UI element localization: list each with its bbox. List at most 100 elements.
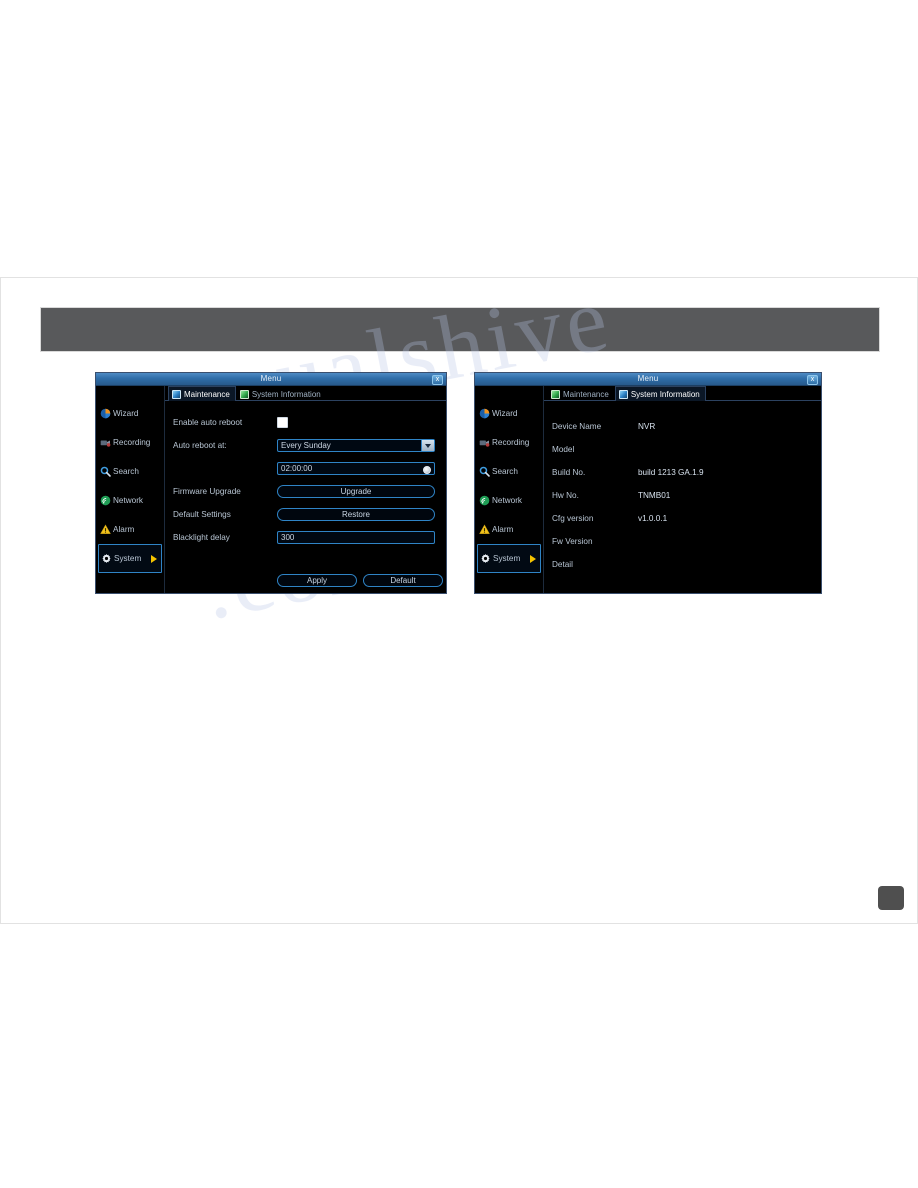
sidebar-item-alarm[interactable]: Alarm [475, 515, 543, 544]
tab-system-information[interactable]: System Information [236, 386, 327, 401]
page-frame-bottom-rule [0, 923, 918, 924]
sidebar-item-label: Recording [492, 438, 530, 447]
picture-icon [172, 389, 181, 399]
header-band [40, 307, 880, 352]
system-information-window: Menu x Wizard Recording Search Network A… [474, 372, 822, 594]
page-frame-top-rule [0, 277, 918, 278]
sidebar-item-label: System [114, 554, 142, 563]
sidebar-item-recording[interactable]: Recording [96, 428, 164, 457]
auto-reboot-day-value: Every Sunday [281, 441, 331, 450]
sidebar-item-recording[interactable]: Recording [475, 428, 543, 457]
info-row: Model [552, 438, 821, 461]
sidebar-item-system[interactable]: System [477, 544, 541, 573]
page-number-badge [878, 886, 904, 910]
row-auto-reboot-time: 02:00:00 [173, 457, 446, 480]
sidebar-item-label: Search [113, 467, 139, 476]
info-label: Model [552, 445, 575, 454]
info-label: Fw Version [552, 537, 593, 546]
tab-bar: Maintenance System Information [165, 386, 446, 401]
network-icon [479, 495, 490, 506]
chevron-right-icon [151, 554, 157, 563]
default-settings-label: Default Settings [173, 510, 231, 519]
page-frame-left-rule [0, 277, 1, 924]
clock-icon[interactable] [423, 465, 431, 474]
default-button[interactable]: Default [363, 574, 443, 587]
info-row: Detail [552, 553, 821, 576]
sidebar-item-label: Search [492, 467, 518, 476]
chevron-down-icon[interactable] [421, 440, 434, 451]
info-label: Device Name [552, 422, 602, 431]
info-label: Hw No. [552, 491, 579, 500]
picture-icon [618, 389, 628, 399]
alarm-icon [479, 524, 490, 535]
window-title: Menu [260, 374, 282, 383]
info-label: Detail [552, 560, 573, 569]
sidebar-item-search[interactable]: Search [475, 457, 543, 486]
apply-button[interactable]: Apply [277, 574, 357, 587]
sidebar-item-search[interactable]: Search [96, 457, 164, 486]
row-enable-auto-reboot: Enable auto reboot [173, 411, 446, 434]
recording-icon [479, 437, 490, 448]
recording-icon [100, 437, 111, 448]
window-content: Maintenance System Information Device Na… [544, 386, 821, 593]
maintenance-window: Menu x Wizard Recording Search Network A… [95, 372, 447, 594]
auto-reboot-time-value: 02:00:00 [281, 464, 313, 473]
blacklight-delay-input[interactable]: 300 [277, 531, 435, 544]
sidebar: Wizard Recording Search Network Alarm Sy… [475, 386, 544, 593]
network-icon [100, 495, 111, 506]
window-titlebar: Menu x [96, 373, 446, 386]
firmware-upgrade-label: Firmware Upgrade [173, 487, 241, 496]
tab-label: Maintenance [184, 389, 230, 399]
window-titlebar: Menu x [475, 373, 821, 386]
chevron-right-icon [530, 554, 536, 563]
info-row: Cfg version v1.0.0.1 [552, 507, 821, 530]
restore-button[interactable]: Restore [277, 508, 435, 521]
picture-icon [551, 389, 560, 399]
sidebar-item-label: System [493, 554, 521, 563]
auto-reboot-time-input[interactable]: 02:00:00 [277, 462, 435, 475]
sidebar-item-label: Recording [113, 438, 151, 447]
info-value: NVR [638, 422, 656, 431]
row-blacklight-delay: Blacklight delay 300 [173, 526, 446, 549]
info-value: TNMB01 [638, 491, 671, 500]
info-row: Device Name NVR [552, 415, 821, 438]
tab-system-information[interactable]: System Information [614, 386, 706, 401]
gear-icon [480, 553, 491, 564]
search-icon [100, 466, 111, 477]
window-content: Maintenance System Information Enable au… [165, 386, 446, 593]
close-icon[interactable]: x [807, 374, 818, 385]
wizard-icon [479, 408, 490, 419]
row-default-settings: Default Settings Restore [173, 503, 446, 526]
enable-auto-reboot-label: Enable auto reboot [173, 418, 243, 427]
system-information-table: Device Name NVR Model Build No. build 12… [544, 401, 821, 576]
sidebar-item-wizard[interactable]: Wizard [96, 399, 164, 428]
footer-buttons: Apply Default [277, 574, 443, 587]
auto-reboot-day-select[interactable]: Every Sunday [277, 439, 435, 452]
sidebar-item-wizard[interactable]: Wizard [475, 399, 543, 428]
tab-maintenance[interactable]: Maintenance [547, 386, 615, 401]
sidebar: Wizard Recording Search Network Alarm Sy… [96, 386, 165, 593]
close-icon[interactable]: x [432, 374, 443, 385]
sidebar-item-label: Wizard [113, 409, 139, 418]
tab-maintenance[interactable]: Maintenance [168, 386, 236, 401]
tab-label: Maintenance [563, 389, 609, 399]
sidebar-item-system[interactable]: System [98, 544, 162, 573]
row-auto-reboot-at: Auto reboot at: Every Sunday [173, 434, 446, 457]
info-label: Cfg version [552, 514, 594, 523]
sidebar-item-label: Network [113, 496, 144, 505]
tab-label: System Information [630, 389, 700, 399]
upgrade-button[interactable]: Upgrade [277, 485, 435, 498]
sidebar-item-network[interactable]: Network [475, 486, 543, 515]
tab-label: System Information [251, 389, 321, 399]
gear-icon [101, 553, 112, 564]
sidebar-item-network[interactable]: Network [96, 486, 164, 515]
picture-icon [239, 389, 249, 399]
row-firmware-upgrade: Firmware Upgrade Upgrade [173, 480, 446, 503]
enable-auto-reboot-checkbox[interactable] [277, 417, 288, 428]
info-label: Build No. [552, 468, 586, 477]
info-row: Build No. build 1213 GA.1.9 [552, 461, 821, 484]
sidebar-item-alarm[interactable]: Alarm [96, 515, 164, 544]
info-row: Fw Version [552, 530, 821, 553]
blacklight-delay-value: 300 [281, 533, 295, 542]
search-icon [479, 466, 490, 477]
